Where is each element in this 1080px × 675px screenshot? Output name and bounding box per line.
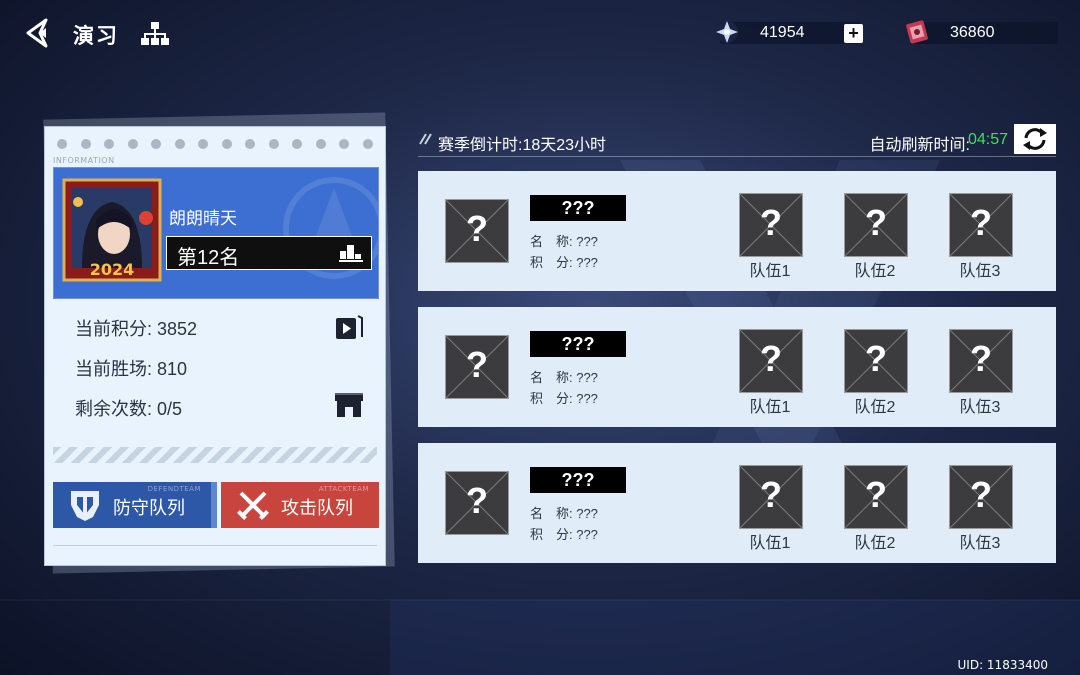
top-bar: 演习 41954 + 36860 [0,0,1080,68]
avatar-year: 2024 [90,260,135,279]
currency-ticket: 36860 [906,20,1058,44]
placeholder-mark: ? [466,344,488,385]
currency-crystal-value: 41954 [760,24,805,41]
leaderboard-icon[interactable] [339,243,363,263]
replay-icon[interactable] [334,313,364,341]
remaining-attempts: 剩余次数: 0/5 [75,399,183,419]
profile-watermark [283,177,378,279]
opponent-name: ??? [530,195,626,221]
defense-team-sub: DEFENDTEAM [147,485,201,493]
team-slot-3: ? [949,329,1013,393]
opponent-score-line: 积 分: ??? [530,391,598,406]
placeholder-mark: ? [760,338,782,379]
placeholder-mark: ? [466,208,488,249]
info-tag: INFORMATION [53,156,115,165]
team-label-3: 队伍3 [959,399,1001,416]
opponent-row[interactable]: ? ??? 名 称: ??? 积 分: ??? ? 队伍1 ? 队伍2 ? 队伍… [418,307,1056,427]
rank-text: 第12名 [177,247,240,269]
shop-icon[interactable] [334,391,364,419]
crystal-icon [716,21,738,43]
team-slot-2: ? [844,329,908,393]
refresh-icon [1023,128,1047,150]
team-label-2: 队伍2 [854,535,896,552]
card-footer-line [53,545,377,554]
back-button[interactable] [22,16,56,50]
currency-ticket-value: 36860 [950,24,995,41]
defense-team-button[interactable]: DEFENDTEAM 防守队列 [53,482,217,528]
opponent-avatar-placeholder: ? [445,471,509,535]
stripes-icon [419,133,432,145]
placeholder-mark: ? [865,202,887,243]
team-slot-1: ? [739,329,803,393]
player-name: 朗朗晴天 [169,209,237,228]
opponent-score-line: 积 分: ??? [530,527,598,542]
defense-team-label: 防守队列 [113,498,185,518]
placeholder-mark: ? [970,338,992,379]
divider-hatch [53,447,377,463]
opponent-avatar-placeholder: ? [445,335,509,399]
opponent-score-line: 积 分: ??? [530,255,598,270]
placeholder-mark: ? [466,480,488,521]
currency-crystal: 41954 [716,21,860,44]
ticket-icon [906,20,928,44]
opponent-name: ??? [530,331,626,357]
page-title: 演习 [73,25,119,48]
team-label-1: 队伍1 [749,535,791,552]
refresh-button[interactable] [1014,124,1056,154]
team-slot-3: ? [949,193,1013,257]
opponent-row[interactable]: ? ??? 名 称: ??? 积 分: ??? ? 队伍1 ? 队伍2 ? 队伍… [418,443,1056,563]
opponent-name-line: 名 称: ??? [530,506,598,521]
opponent-name-line: 名 称: ??? [530,370,598,385]
season-countdown: 赛季倒计时:18天23小时 [438,137,607,154]
team-slot-2: ? [844,465,908,529]
season-header: 赛季倒计时:18天23小时 自动刷新时间: 04:57 [418,124,1056,157]
opponent-avatar-placeholder: ? [445,199,509,263]
team-slot-2: ? [844,193,908,257]
hierarchy-icon[interactable] [140,20,170,48]
refresh-label: 自动刷新时间: [869,137,970,154]
team-label-1: 队伍1 [749,263,791,280]
opponent-name-line: 名 称: ??? [530,234,598,249]
refresh-time: 04:57 [967,131,1008,148]
placeholder-mark: ? [970,474,992,515]
opponent-name: ??? [530,467,626,493]
placeholder-mark: ? [865,338,887,379]
placeholder-mark: ? [970,202,992,243]
placeholder-mark: ? [760,202,782,243]
crossed-swords-icon [237,491,269,520]
team-label-3: 队伍3 [959,535,1001,552]
team-label-2: 队伍2 [854,263,896,280]
team-label-1: 队伍1 [749,399,791,416]
player-avatar: 2024 [62,178,162,282]
team-label-2: 队伍2 [854,399,896,416]
attack-team-sub: ATTACKTEAM [318,485,369,493]
profile-panel: 2024 朗朗晴天 第12名 [53,167,379,299]
user-id: UID: 11833400 [957,658,1049,672]
team-slot-1: ? [739,465,803,529]
shield-icon [71,491,99,521]
team-label-3: 队伍3 [959,263,1001,280]
info-card: INFORMATION 2024 朗朗晴天 第12名 当前积分: 3852 当前… [44,126,386,566]
binder-rings [57,139,373,153]
opponent-row[interactable]: ? ??? 名 称: ??? 积 分: ??? ? 队伍1 ? 队伍2 ? 队伍… [418,171,1056,291]
attack-team-label: 攻击队列 [281,498,353,518]
placeholder-mark: ? [865,474,887,515]
placeholder-mark: ? [760,474,782,515]
rank-box: 第12名 [166,236,372,270]
current-wins: 当前胜场: 810 [75,359,188,379]
add-currency-button[interactable]: + [844,24,863,43]
team-slot-1: ? [739,193,803,257]
team-slot-3: ? [949,465,1013,529]
attack-team-button[interactable]: ATTACKTEAM 攻击队列 [221,482,379,528]
current-points: 当前积分: 3852 [75,319,198,339]
